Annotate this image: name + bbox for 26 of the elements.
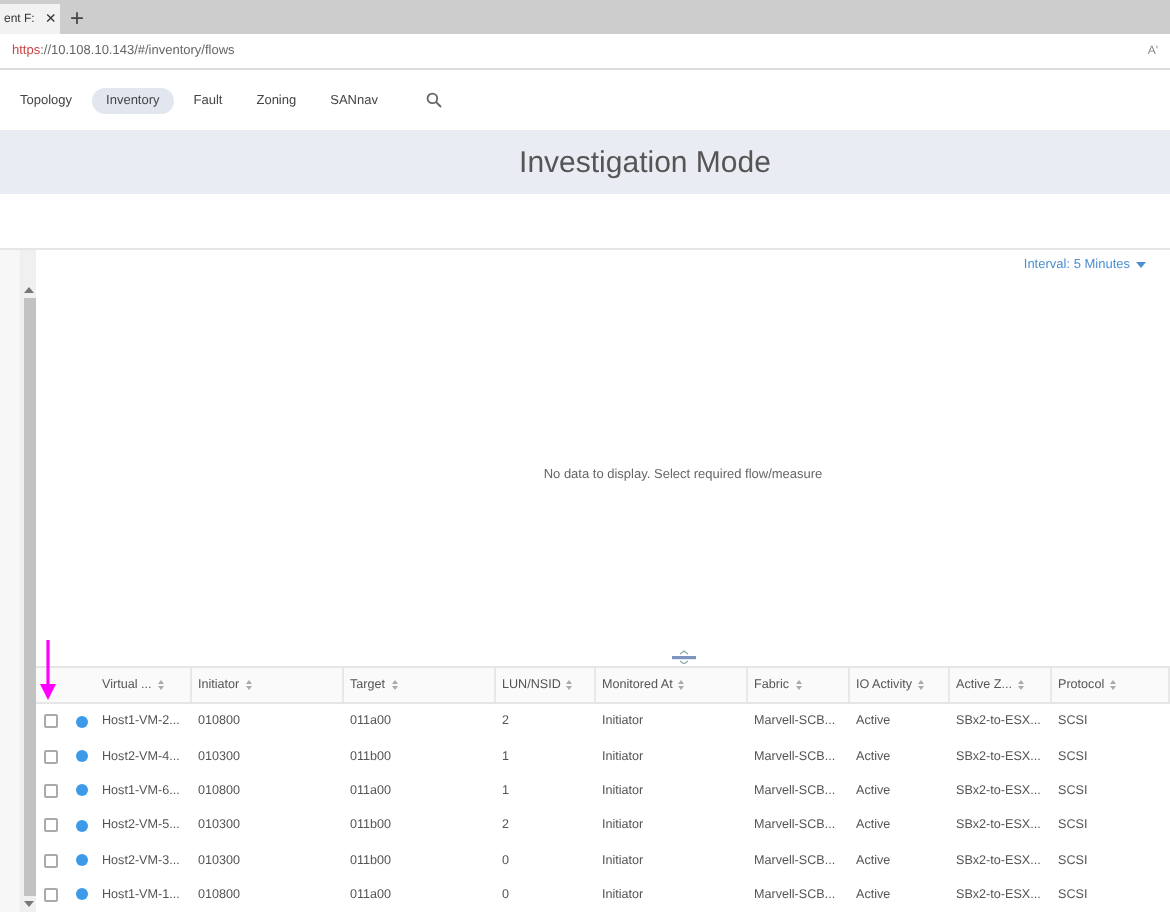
scroll-up-icon[interactable] (24, 286, 34, 294)
close-tab-button[interactable]: × (45, 10, 56, 28)
scrollbar[interactable] (22, 250, 36, 912)
page-title: Investigation Mode (519, 145, 771, 179)
sort-icon (795, 680, 801, 691)
annotation-arrow (40, 640, 56, 700)
sort-icon (245, 680, 252, 691)
sort-icon (918, 680, 924, 691)
sort-icon (678, 680, 685, 691)
scroll-down-icon[interactable] (24, 900, 34, 908)
sort-icon (1110, 680, 1117, 691)
row-checkbox[interactable] (44, 887, 58, 902)
sort-icon (566, 680, 573, 691)
search-icon[interactable] (425, 92, 442, 108)
sort-icon (1018, 680, 1024, 691)
sort-icon (157, 680, 164, 691)
row-checkbox[interactable] (44, 749, 58, 764)
caret-icon (1136, 261, 1146, 267)
row-checkbox[interactable] (44, 818, 58, 833)
new-tab-button[interactable]: + (70, 4, 85, 34)
resize-handle-icon[interactable] (671, 650, 695, 665)
row-checkbox[interactable] (44, 714, 58, 729)
sort-icon (391, 680, 398, 691)
row-checkbox[interactable] (44, 783, 58, 798)
scrollbar-thumb[interactable] (23, 298, 35, 896)
row-checkbox[interactable] (44, 853, 58, 868)
